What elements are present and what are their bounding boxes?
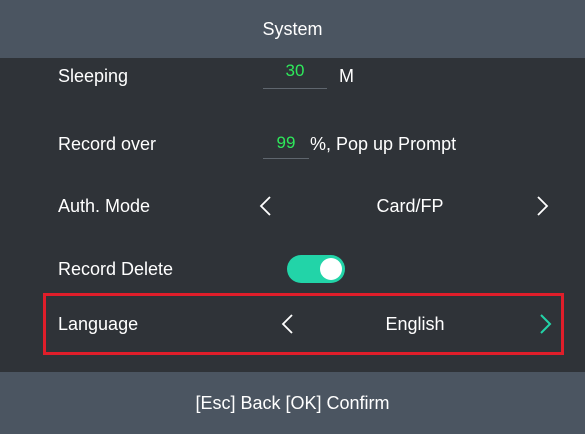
setting-row-record-delete[interactable]: Record Delete [0, 249, 585, 289]
record-over-input[interactable]: 99 [263, 128, 309, 159]
auth-mode-label: Auth. Mode [58, 196, 151, 216]
page-title: System [262, 18, 323, 39]
record-delete-label: Record Delete [58, 259, 174, 279]
record-delete-toggle[interactable] [287, 255, 345, 283]
sleeping-input[interactable]: 30 [263, 58, 327, 89]
title-bar: System [0, 0, 585, 58]
footer-hint: [Esc] Back [OK] Confirm [195, 392, 390, 413]
selection-highlight [43, 293, 564, 355]
setting-row-record-over[interactable]: Record over 99 %, Pop up Prompt [0, 124, 585, 164]
auth-mode-value: Card/FP [376, 196, 444, 216]
setting-row-sleeping[interactable]: Sleeping 30 M [0, 58, 585, 98]
sleeping-label: Sleeping [58, 66, 129, 86]
chevron-left-icon[interactable] [254, 186, 276, 226]
record-over-label: Record over [58, 134, 157, 154]
toggle-knob [320, 258, 342, 280]
record-over-suffix: %, Pop up Prompt [310, 134, 457, 154]
setting-row-auth-mode[interactable]: Auth. Mode Card/FP [0, 186, 585, 226]
footer-bar: [Esc] Back [OK] Confirm [0, 372, 585, 434]
chevron-right-icon[interactable] [532, 186, 554, 226]
sleeping-unit: M [339, 66, 354, 86]
